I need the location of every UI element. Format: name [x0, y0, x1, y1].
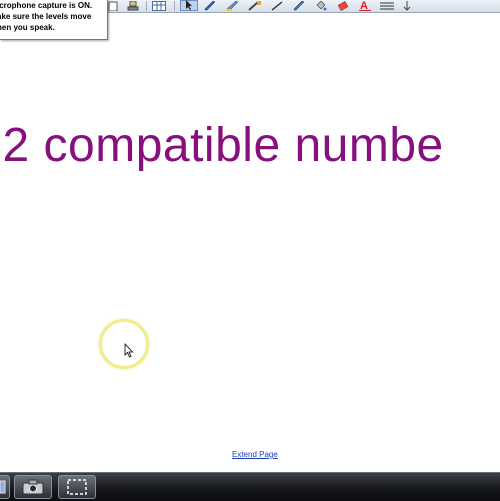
- tooltip-line-2: ake sure the levels move: [0, 12, 92, 21]
- table-icon[interactable]: [150, 0, 168, 11]
- microphone-tooltip: icrophone capture is ON. ake sure the le…: [0, 0, 108, 40]
- window-icon[interactable]: [0, 475, 10, 499]
- highlighter-icon[interactable]: [224, 0, 242, 11]
- stamp-icon[interactable]: [124, 0, 142, 11]
- eraser-icon[interactable]: [334, 0, 352, 11]
- mouse-pointer-icon: [124, 343, 134, 358]
- shape-pen-icon[interactable]: [290, 0, 308, 11]
- page-heading: -2 compatible numbe: [0, 119, 444, 172]
- move-down-icon[interactable]: [398, 0, 416, 11]
- magic-pen-icon[interactable]: [246, 0, 264, 11]
- tooltip-line-1: icrophone capture is ON.: [0, 1, 93, 10]
- pen-icon[interactable]: [201, 0, 219, 11]
- toolbar: A: [100, 0, 500, 13]
- line-icon[interactable]: [268, 0, 286, 11]
- screen-capture-icon[interactable]: [58, 475, 96, 499]
- camera-icon[interactable]: [14, 475, 52, 499]
- properties-icon[interactable]: [378, 0, 396, 11]
- extend-page-link[interactable]: Extend Page: [232, 450, 278, 459]
- taskbar: [0, 472, 500, 501]
- svg-text:A: A: [360, 0, 368, 11]
- select-arrow-icon[interactable]: [180, 0, 198, 11]
- text-icon[interactable]: A: [356, 0, 374, 11]
- fill-icon[interactable]: [312, 0, 330, 11]
- tooltip-line-3: hen you speak.: [0, 23, 55, 32]
